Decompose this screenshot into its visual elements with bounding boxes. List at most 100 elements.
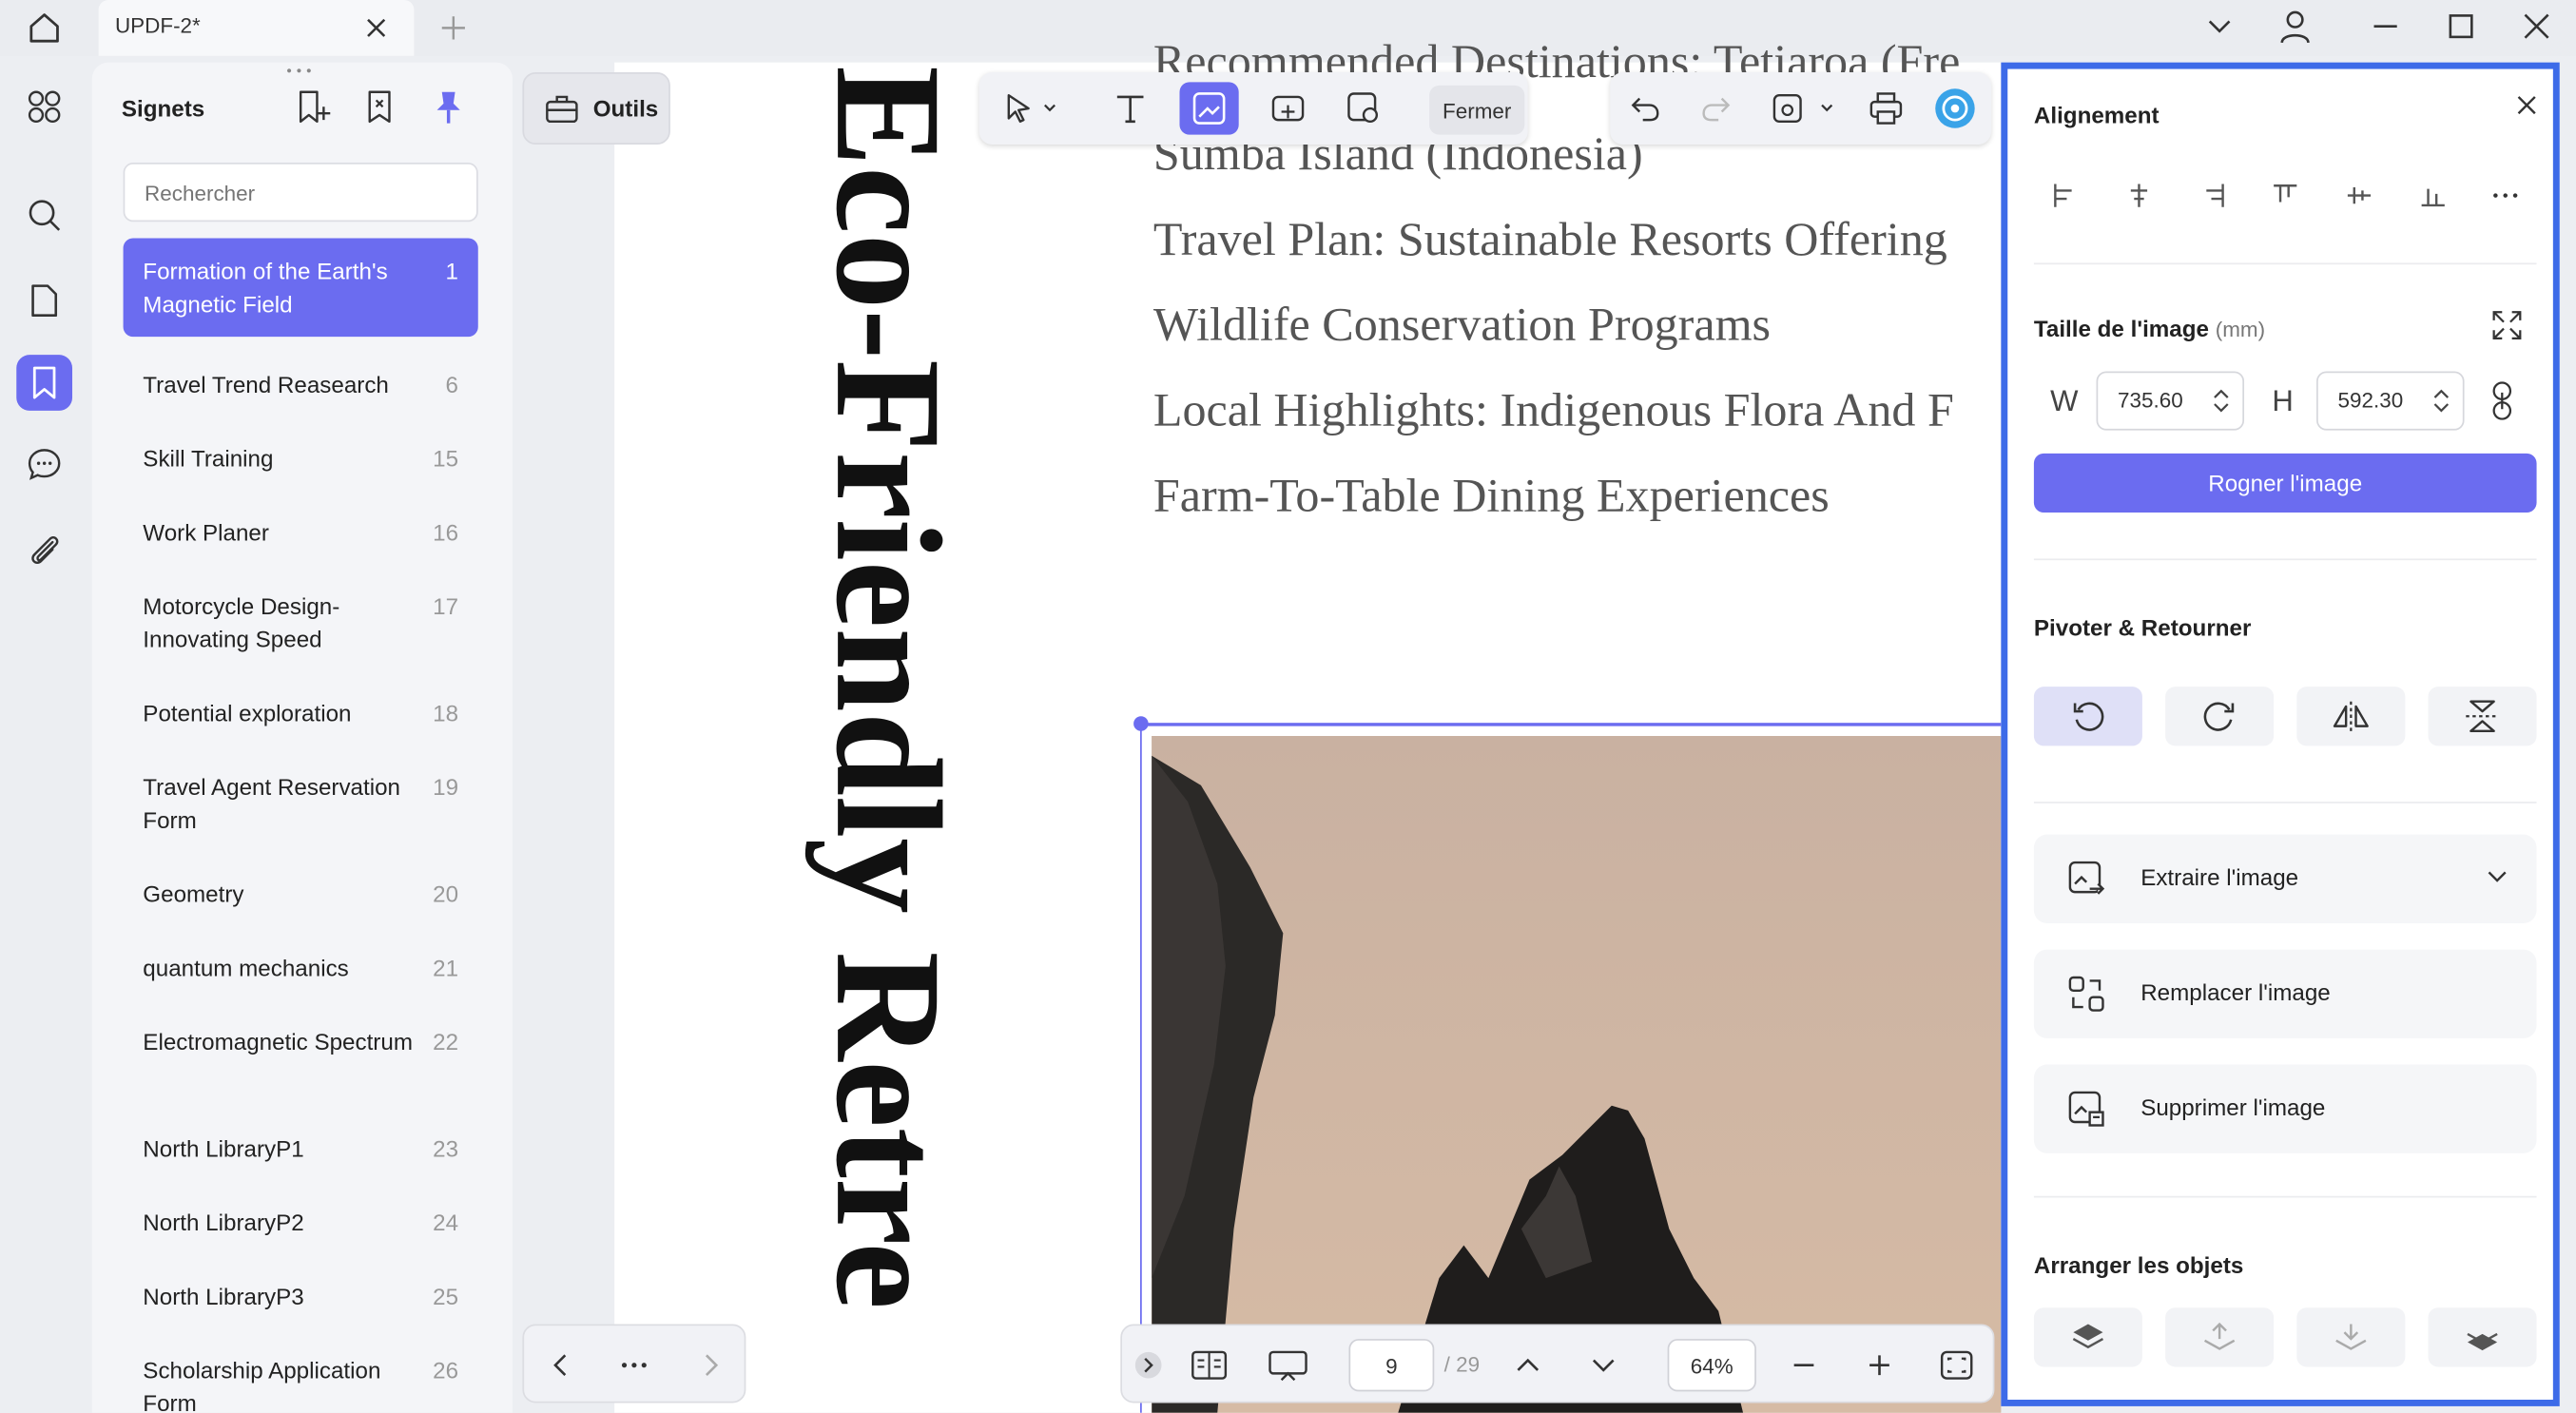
next-page-icon[interactable] [1582,1339,1625,1391]
bookmarks-title: Signets [121,95,205,122]
bookmark-label: North LibraryP1 [143,1134,304,1162]
align-center-h-icon[interactable] [2115,171,2164,221]
attachment-icon[interactable] [16,522,72,578]
bookmark-icon[interactable] [16,355,73,411]
chevron-down-icon[interactable] [2488,871,2508,884]
vertical-title: Eco-Friendly Retre [804,66,972,1309]
page-navigation-bar: / 29 64% [1120,1324,1995,1403]
replace-image-button[interactable]: Remplacer l'image [2033,949,2537,1038]
ai-assistant-icon[interactable] [1926,82,1985,134]
bookmark-item[interactable]: Formation of the Earth's Magnetic Field 1 [123,238,478,338]
comment-icon[interactable] [16,437,72,494]
page-layout-icon[interactable] [1185,1339,1234,1391]
page-number-input[interactable] [1348,1339,1435,1392]
fit-page-icon[interactable] [1934,1339,1980,1391]
delete-image-button[interactable]: Supprimer l'image [2033,1064,2537,1153]
flip-vertical-icon[interactable] [2428,687,2537,746]
expand-size-icon[interactable] [2490,309,2527,345]
chevron-down-icon[interactable] [2195,5,2244,48]
presentation-icon[interactable] [1260,1339,1316,1391]
height-input[interactable]: 592.30 [2316,371,2465,431]
minimize-icon[interactable] [2361,5,2411,48]
save-icon[interactable] [1761,82,1843,134]
extract-image-button[interactable]: Extraire l'image [2033,834,2537,923]
bring-forward-icon[interactable] [2165,1307,2275,1367]
bookmark-search-input[interactable] [123,163,478,223]
stamp-tool-icon[interactable] [1334,82,1393,134]
zoom-level[interactable]: 64% [1667,1339,1756,1392]
divider [2033,558,2537,561]
image-size-unit: (mm) [2215,317,2266,342]
crop-image-button[interactable]: Rogner l'image [2033,453,2537,513]
close-panel-icon[interactable] [2517,95,2544,122]
selected-image[interactable] [1152,736,2002,1413]
bookmark-page: 21 [433,954,459,981]
maximize-icon[interactable] [2436,5,2486,48]
previous-page-icon[interactable] [1506,1339,1549,1391]
bring-to-front-icon[interactable] [2033,1307,2142,1367]
bookmark-x-icon[interactable] [359,87,398,126]
zoom-in-icon[interactable] [1858,1339,1901,1391]
stepper-icon[interactable] [2433,388,2450,415]
resize-handle[interactable] [1133,716,1149,731]
flip-horizontal-icon[interactable] [2296,687,2406,746]
app-window: UPDF-2* Signets Rechercher Formation of … [0,0,2576,1413]
more-align-icon[interactable] [2481,171,2530,221]
bookmark-page: 19 [433,773,459,801]
align-right-icon[interactable] [2188,171,2237,221]
align-center-v-icon[interactable] [2334,171,2384,221]
bookmark-item[interactable]: Motorcycle Design-Innovating Speed 17 [124,583,478,662]
chevron-right-icon[interactable] [691,1339,730,1391]
add-bookmark-icon[interactable] [293,87,332,126]
bookmark-page: 22 [433,1028,459,1055]
link-tool-icon[interactable] [1258,82,1317,134]
zoom-out-icon[interactable] [1783,1339,1826,1391]
bookmark-item[interactable]: Electromagnetic Spectrum 22 [124,1018,478,1064]
close-window-icon[interactable] [2512,5,2562,48]
image-tool-icon[interactable] [1179,82,1239,135]
bookmark-item[interactable]: North LibraryP2 24 [124,1199,478,1245]
bookmark-item[interactable]: Travel Agent Reservation Form 19 [124,764,478,842]
align-bottom-icon[interactable] [2409,171,2458,221]
search-icon[interactable] [16,187,72,243]
document-text-line: Travel Plan: Sustainable Resorts Offerin… [1152,213,1947,266]
undo-icon[interactable] [1617,82,1675,134]
width-value: 735.60 [2118,387,2183,413]
redo-icon[interactable] [1686,82,1745,134]
tools-button[interactable]: Outils [522,72,670,145]
thumbnails-icon[interactable] [16,79,72,135]
bookmark-item[interactable]: Geometry 20 [124,871,478,917]
pin-icon[interactable] [429,87,468,126]
close-edit-button[interactable]: Fermer [1429,85,1525,135]
pages-icon[interactable] [16,273,72,329]
align-top-icon[interactable] [2260,171,2310,221]
width-input[interactable]: 735.60 [2096,371,2245,431]
rotate-right-icon[interactable] [2165,687,2275,746]
bookmark-item[interactable]: Travel Trend Reasearch 6 [124,361,478,407]
text-tool-icon[interactable] [1101,82,1160,134]
print-icon[interactable] [1856,82,1915,134]
bookmark-item[interactable]: Work Planer 16 [124,510,478,555]
bookmark-page: 24 [433,1209,459,1236]
home-icon[interactable] [16,5,72,50]
bookmark-item[interactable]: North LibraryP1 23 [124,1125,478,1171]
send-backward-icon[interactable] [2296,1307,2406,1367]
align-left-icon[interactable] [2041,171,2090,221]
bookmark-item[interactable]: Skill Training 15 [124,436,478,481]
expand-icon[interactable] [1132,1339,1165,1391]
bookmark-item[interactable]: Potential exploration 18 [124,690,478,736]
more-icon[interactable] [612,1339,655,1391]
bookmark-item[interactable]: North LibraryP3 25 [124,1273,478,1319]
link-ratio-icon[interactable] [2490,379,2527,425]
close-tab-icon[interactable] [358,10,395,46]
select-tool-icon[interactable] [989,82,1071,134]
chevron-left-icon[interactable] [540,1339,579,1391]
stepper-icon[interactable] [2213,388,2229,415]
drag-handle-icon[interactable] [282,66,316,75]
send-to-back-icon[interactable] [2428,1307,2537,1367]
bookmark-item[interactable]: Scholarship Application Form 26 [124,1347,478,1413]
rotate-left-icon[interactable] [2033,687,2142,746]
bookmark-item[interactable]: quantum mechanics 21 [124,944,478,990]
account-icon[interactable] [2271,5,2320,48]
new-tab-icon[interactable] [434,9,473,48]
